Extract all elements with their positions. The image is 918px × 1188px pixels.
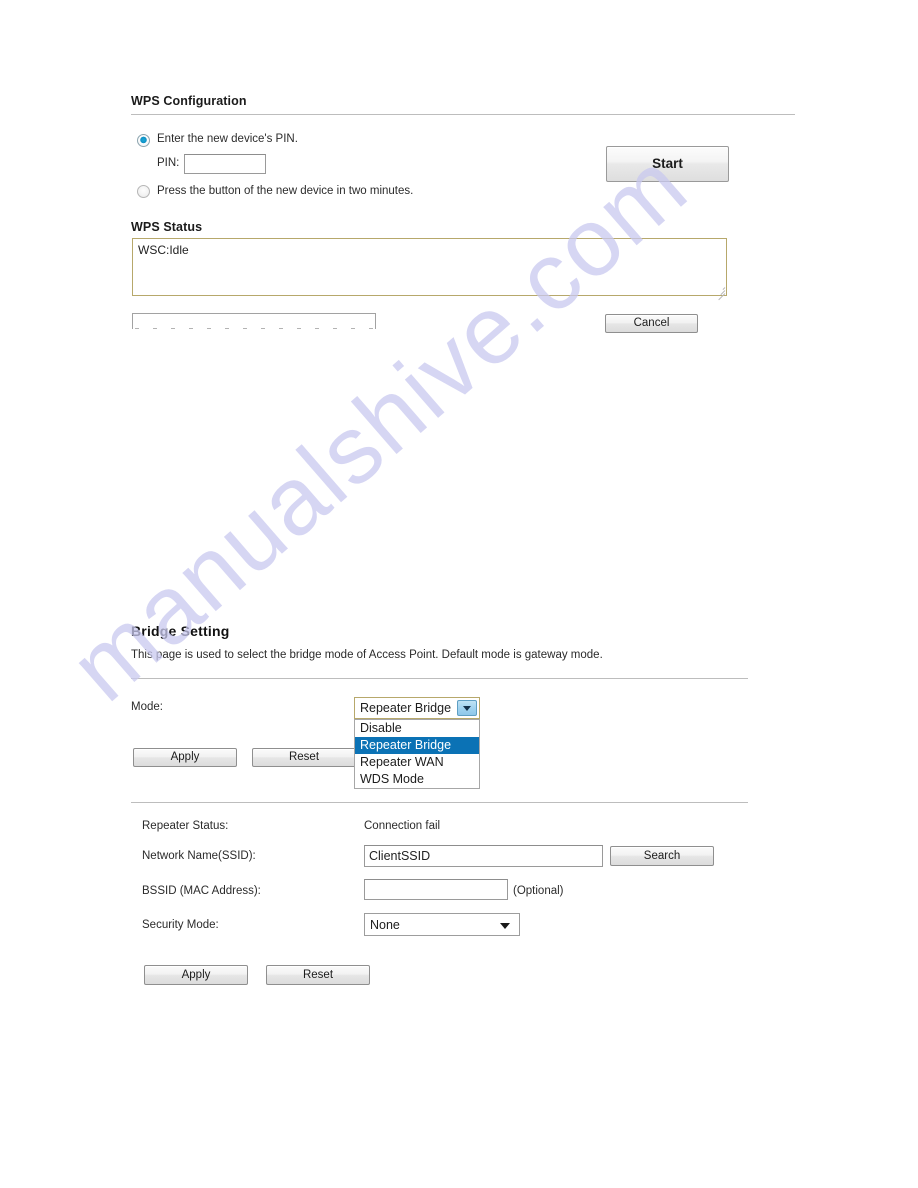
mode-option-wds-mode[interactable]: WDS Mode: [355, 771, 479, 788]
security-mode-select[interactable]: None: [364, 913, 520, 936]
bridge-description-divider: [131, 678, 748, 679]
pin-input[interactable]: [184, 154, 266, 174]
mode-select-dropdown[interactable]: Disable Repeater Bridge Repeater WAN WDS…: [354, 719, 480, 789]
ssid-label: Network Name(SSID):: [142, 850, 256, 862]
security-mode-value: None: [370, 917, 400, 932]
security-mode-label: Security Mode:: [142, 919, 219, 931]
bssid-label: BSSID (MAC Address):: [142, 885, 261, 897]
repeater-status-value: Connection fail: [364, 820, 441, 832]
wps-status-textarea[interactable]: [132, 238, 727, 296]
start-button[interactable]: Start: [606, 146, 729, 182]
mode-option-repeater-bridge[interactable]: Repeater Bridge: [355, 737, 479, 754]
bssid-input[interactable]: [364, 879, 508, 900]
radio-enter-pin[interactable]: [137, 134, 150, 147]
apply-button-bottom[interactable]: Apply: [144, 965, 248, 985]
mode-option-disable[interactable]: Disable: [355, 720, 479, 737]
bridge-form-divider: [131, 802, 748, 803]
ssid-input[interactable]: [364, 845, 603, 867]
bridge-setting-description: This page is used to select the bridge m…: [131, 649, 603, 661]
chevron-down-icon: [500, 922, 510, 929]
pin-field-label: PIN:: [157, 157, 180, 169]
apply-button-mode[interactable]: Apply: [133, 748, 237, 767]
reset-button-mode[interactable]: Reset: [252, 748, 356, 767]
mode-select[interactable]: Repeater Bridge: [354, 697, 480, 719]
bssid-optional-hint: (Optional): [513, 885, 564, 897]
search-button[interactable]: Search: [610, 846, 714, 866]
cancel-button[interactable]: Cancel: [605, 314, 698, 333]
mode-label: Mode:: [131, 701, 163, 713]
router-config-page: WPS Configuration Enter the new device's…: [0, 0, 918, 1188]
radio-push-button[interactable]: [137, 185, 150, 198]
radio-push-button-label: Press the button of the new device in tw…: [157, 185, 414, 197]
bridge-setting-title: Bridge Setting: [131, 623, 230, 639]
clipped-input-field[interactable]: [132, 313, 376, 329]
wps-title-divider: [131, 114, 795, 115]
mode-option-repeater-wan[interactable]: Repeater WAN: [355, 754, 479, 771]
wps-status-title: WPS Status: [131, 220, 203, 234]
chevron-down-icon[interactable]: [457, 700, 477, 716]
mode-select-value: Repeater Bridge: [360, 701, 452, 715]
clipped-field-dashes: [135, 328, 373, 329]
radio-enter-pin-label: Enter the new device's PIN.: [157, 133, 298, 145]
repeater-status-label: Repeater Status:: [142, 820, 229, 832]
reset-button-bottom[interactable]: Reset: [266, 965, 370, 985]
wps-configuration-title: WPS Configuration: [131, 94, 247, 108]
